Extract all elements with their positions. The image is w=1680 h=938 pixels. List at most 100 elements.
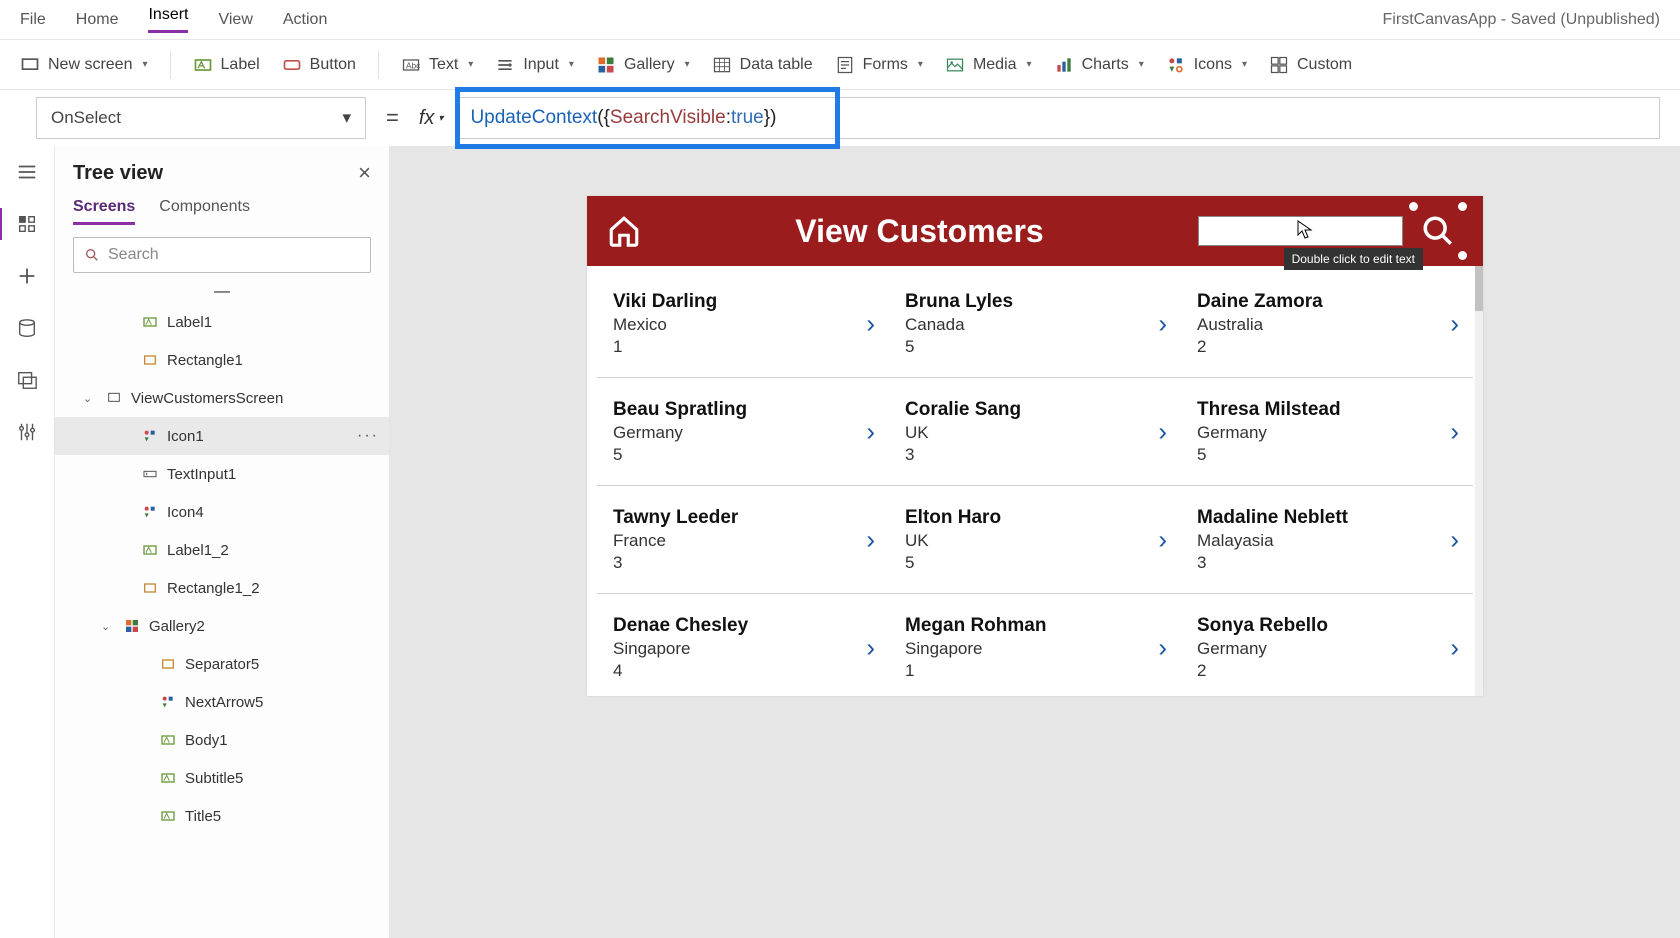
data-table-icon <box>712 55 732 75</box>
chevron-right-icon[interactable]: › <box>1450 524 1459 555</box>
canvas-screen[interactable]: View Customers Double click to edit text… <box>587 196 1483 696</box>
divider <box>378 51 379 79</box>
tree-item-title5[interactable]: Title5 <box>55 797 389 835</box>
chevron-right-icon[interactable]: › <box>866 416 875 447</box>
canvas-area[interactable]: View Customers Double click to edit text… <box>390 146 1680 938</box>
tree-item-body1[interactable]: Body1 <box>55 721 389 759</box>
chevron-right-icon[interactable]: › <box>1158 633 1167 664</box>
custom-dropdown[interactable]: Custom <box>1269 55 1352 75</box>
gallery-dropdown[interactable]: Gallery▾ <box>596 55 690 75</box>
selection-handle[interactable] <box>1457 250 1468 261</box>
ribbon: New screen ▾ Label Button Abc Text▾ Inpu… <box>0 40 1680 90</box>
chevron-down-icon: ▾ <box>342 108 351 128</box>
text-dropdown[interactable]: Abc Text▾ <box>401 55 473 75</box>
chevron-right-icon[interactable]: › <box>1158 308 1167 339</box>
control-type-icon <box>159 693 177 711</box>
input-dropdown[interactable]: Input▾ <box>495 55 574 75</box>
customer-card[interactable]: Beau SpratlingGermany5› <box>597 378 889 486</box>
search-icon <box>84 247 100 263</box>
media-panel-button[interactable] <box>15 368 39 392</box>
chevron-right-icon[interactable]: › <box>1450 308 1459 339</box>
customer-card[interactable]: Sonya RebelloGermany2› <box>1181 594 1473 696</box>
tab-components[interactable]: Components <box>159 198 250 225</box>
chevron-right-icon[interactable]: › <box>866 633 875 664</box>
control-type-icon <box>141 541 159 559</box>
customer-card[interactable]: Daine ZamoraAustralia2› <box>1181 270 1473 378</box>
collapse-handle[interactable]: — <box>214 283 230 301</box>
tree-item-textinput1[interactable]: TextInput1 <box>55 455 389 493</box>
menu-action[interactable]: Action <box>283 11 327 29</box>
menu-file[interactable]: File <box>20 11 46 29</box>
tree-item-gallery2[interactable]: ⌄Gallery2 <box>55 607 389 645</box>
customer-card[interactable]: Bruna LylesCanada5› <box>889 270 1181 378</box>
chevron-right-icon[interactable]: › <box>1158 524 1167 555</box>
tree-view-button[interactable] <box>15 212 39 236</box>
tree-item-viewcustomersscreen[interactable]: ⌄ViewCustomersScreen <box>55 379 389 417</box>
tab-screens[interactable]: Screens <box>73 198 135 225</box>
charts-icon <box>1054 55 1074 75</box>
tree-item-icon1[interactable]: Icon1··· <box>55 417 389 455</box>
scrollbar-track <box>1475 266 1483 696</box>
scrollbar-thumb[interactable] <box>1475 266 1483 311</box>
customer-card[interactable]: Madaline NeblettMalayasia3› <box>1181 486 1473 594</box>
customer-card[interactable]: Elton HaroUK5› <box>889 486 1181 594</box>
selection-handle[interactable] <box>1408 201 1419 212</box>
add-button[interactable] <box>15 264 39 288</box>
banner-search-input[interactable] <box>1198 216 1403 246</box>
fx-button[interactable]: fx ▾ <box>419 107 444 130</box>
customer-gallery[interactable]: Viki DarlingMexico1›Bruna LylesCanada5›D… <box>587 266 1483 696</box>
customer-card[interactable]: Coralie SangUK3› <box>889 378 1181 486</box>
chevron-right-icon[interactable]: › <box>1450 633 1459 664</box>
menu-view[interactable]: View <box>218 11 252 29</box>
data-button[interactable] <box>15 316 39 340</box>
customer-name: Elton Haro <box>905 507 1165 529</box>
media-dropdown[interactable]: Media▾ <box>945 55 1032 75</box>
formula-input[interactable]: UpdateContext({SearchVisible: true}) <box>455 97 1660 139</box>
tree-item-label1[interactable]: Label1 <box>55 303 389 341</box>
button-button[interactable]: Button <box>282 55 356 75</box>
tree-item-label: NextArrow5 <box>185 694 263 711</box>
icons-label: Icons <box>1194 56 1232 74</box>
tree-item-subtitle5[interactable]: Subtitle5 <box>55 759 389 797</box>
customer-card[interactable]: Viki DarlingMexico1› <box>597 270 889 378</box>
customer-card[interactable]: Thresa MilsteadGermany5› <box>1181 378 1473 486</box>
customer-card[interactable]: Denae ChesleySingapore4› <box>597 594 889 696</box>
customer-card[interactable]: Megan RohmanSingapore1› <box>889 594 1181 696</box>
tree-search-input[interactable]: Search <box>73 237 371 273</box>
hamburger-button[interactable] <box>15 160 39 184</box>
search-placeholder: Search <box>108 246 159 264</box>
tree-item-label: Title5 <box>185 808 221 825</box>
chevron-right-icon[interactable]: › <box>1158 416 1167 447</box>
tree-item-rectangle1_2[interactable]: Rectangle1_2 <box>55 569 389 607</box>
advanced-tools-button[interactable] <box>15 420 39 444</box>
chevron-right-icon[interactable]: › <box>866 524 875 555</box>
chevron-right-icon[interactable]: › <box>1450 416 1459 447</box>
close-icon[interactable]: × <box>358 160 371 186</box>
customer-card[interactable]: Tawny LeederFrance3› <box>597 486 889 594</box>
menu-home[interactable]: Home <box>76 11 119 29</box>
more-icon[interactable]: ··· <box>357 427 379 445</box>
icons-dropdown[interactable]: Icons▾ <box>1166 55 1247 75</box>
menu-insert[interactable]: Insert <box>148 6 188 33</box>
home-icon[interactable] <box>607 214 641 248</box>
forms-dropdown[interactable]: Forms▾ <box>835 55 923 75</box>
new-screen-button[interactable]: New screen ▾ <box>20 55 148 75</box>
selection-handle[interactable] <box>1457 201 1468 212</box>
button-label: Button <box>310 56 356 74</box>
charts-dropdown[interactable]: Charts▾ <box>1054 55 1144 75</box>
tree-item-label1_2[interactable]: Label1_2 <box>55 531 389 569</box>
label-button[interactable]: Label <box>193 55 260 75</box>
tree-item-separator5[interactable]: Separator5 <box>55 645 389 683</box>
tree-item-rectangle1[interactable]: Rectangle1 <box>55 341 389 379</box>
tree-item-label: Rectangle1 <box>167 352 243 369</box>
tree-item-icon4[interactable]: Icon4 <box>55 493 389 531</box>
customer-number: 3 <box>613 553 873 573</box>
property-selector[interactable]: OnSelect ▾ <box>36 97 366 139</box>
tree-item-label: Label1_2 <box>167 542 229 559</box>
data-table-button[interactable]: Data table <box>712 55 813 75</box>
tree-item-nextarrow5[interactable]: NextArrow5 <box>55 683 389 721</box>
svg-text:Abc: Abc <box>406 60 420 70</box>
control-type-icon <box>141 351 159 369</box>
chevron-right-icon[interactable]: › <box>866 308 875 339</box>
tree-item-label: ViewCustomersScreen <box>131 390 283 407</box>
